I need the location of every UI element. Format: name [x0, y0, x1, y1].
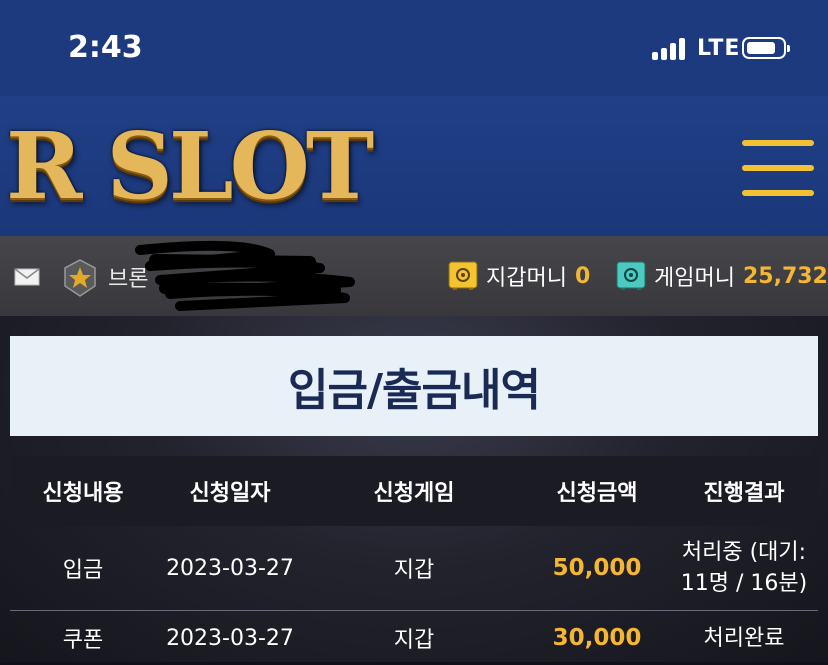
user-bar: 브론 지갑머니 0 게임머니 25,732 [0, 236, 828, 316]
row-game: 지갑 [393, 628, 435, 653]
redaction-scribble [135, 240, 355, 311]
battery-icon [742, 37, 790, 59]
header-amount: 신청금액 [556, 481, 638, 506]
row-amount: 30,000 [552, 625, 642, 651]
row-date: 2023-03-27 [166, 555, 294, 581]
header-game: 신청게임 [373, 481, 455, 506]
wallet-money: 지갑머니 0 [448, 260, 590, 292]
game-money-label: 게임머니 [654, 266, 735, 291]
main-content: 입금/출금내역 신청내용 신청일자 신청게임 신청금액 진행결과 입금 2023… [0, 316, 828, 662]
site-logo[interactable]: R SLOT [6, 116, 374, 216]
wallet-label: 지갑머니 [486, 266, 567, 291]
game-money-amount: 25,732 [742, 263, 828, 289]
header-type: 신청내용 [42, 481, 124, 506]
rank-star-badge-icon [64, 259, 96, 297]
page-title-box: 입금/출금내역 [10, 336, 818, 436]
header-status: 진행결과 [703, 481, 785, 506]
row-type: 입금 [62, 558, 104, 583]
hamburger-menu-icon[interactable] [742, 140, 814, 196]
site-header: R SLOT [0, 96, 828, 236]
row-type: 쿠폰 [62, 628, 104, 653]
wallet-amount: 0 [574, 263, 591, 289]
mail-icon[interactable] [14, 268, 40, 286]
game-money: 게임머니 25,732 [616, 260, 828, 292]
header-date: 신청일자 [189, 481, 271, 506]
safe-icon [448, 261, 478, 290]
network-label: LTE [697, 36, 741, 61]
table-header: 신청내용 신청일자 신청게임 신청금액 진행결과 [10, 456, 818, 526]
row-status: 처리중 (대기: 11명 / 16분) [680, 540, 808, 596]
row-date: 2023-03-27 [166, 625, 294, 651]
row-status: 처리완료 [703, 625, 785, 651]
row-game: 지갑 [393, 558, 435, 583]
table-row: 쿠폰 2023-03-27 지갑 30,000 처리완료 [10, 611, 818, 665]
status-time: 2:43 [68, 30, 143, 65]
status-bar: 2:43 LTE [0, 0, 828, 96]
safe-icon [616, 261, 646, 290]
table-row: 입금 2023-03-27 지갑 50,000 처리중 (대기: 11명 / 1… [10, 526, 818, 611]
row-amount: 50,000 [552, 555, 642, 581]
page-title: 입금/출금내역 [288, 365, 541, 416]
signal-icon [652, 38, 685, 60]
